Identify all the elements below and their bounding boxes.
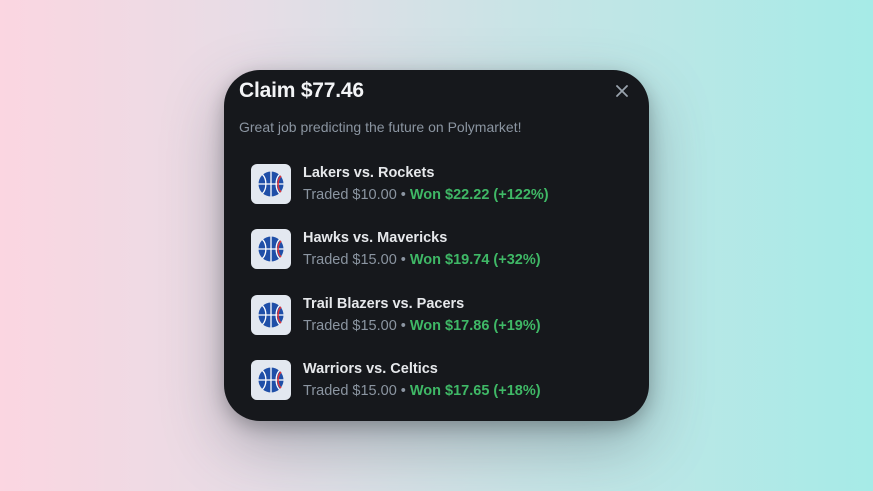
market-result: Traded $15.00 • Won $17.86 (+19%) (303, 318, 541, 334)
basketball-icon (251, 164, 291, 204)
close-icon[interactable] (614, 83, 630, 99)
market-title: Trail Blazers vs. Pacers (303, 296, 465, 312)
market-title: Warriors vs. Celtics (303, 361, 438, 377)
traded-amount: Traded $15.00 (303, 318, 397, 334)
separator-dot: • (400, 318, 406, 334)
basketball-icon (251, 295, 291, 335)
modal-title: Claim $77.46 (239, 79, 364, 102)
claim-modal: Claim $77.46 Great job predicting the fu… (224, 70, 649, 421)
won-amount: Won $19.74 (+32%) (409, 252, 541, 268)
basketball-icon (251, 229, 291, 269)
won-amount: Won $17.86 (+19%) (409, 318, 541, 334)
market-title: Lakers vs. Rockets (303, 165, 435, 181)
basketball-icon (251, 360, 291, 400)
traded-amount: Traded $10.00 (303, 187, 397, 203)
modal-subtitle: Great job predicting the future on Polym… (239, 119, 522, 135)
market-result: Traded $10.00 • Won $22.22 (+122%) (303, 187, 549, 203)
won-amount: Won $22.22 (+122%) (409, 187, 549, 203)
market-title: Hawks vs. Mavericks (303, 230, 448, 246)
separator-dot: • (400, 383, 406, 399)
list-item[interactable]: Trail Blazers vs. Pacers Traded $15.00 • W… (251, 295, 621, 339)
won-amount: Won $17.65 (+18%) (409, 383, 541, 399)
list-item[interactable]: Warriors vs. Celtics Traded $15.00 • Won $… (251, 360, 621, 404)
list-item[interactable]: Hawks vs. Mavericks Traded $15.00 • Won $1… (251, 229, 621, 273)
market-result: Traded $15.00 • Won $19.74 (+32%) (303, 252, 541, 268)
market-result: Traded $15.00 • Won $17.65 (+18%) (303, 383, 541, 399)
separator-dot: • (400, 187, 406, 203)
list-item[interactable]: Lakers vs. Rockets Traded $10.00 • Won $22… (251, 164, 621, 208)
separator-dot: • (400, 252, 406, 268)
traded-amount: Traded $15.00 (303, 383, 397, 399)
traded-amount: Traded $15.00 (303, 252, 397, 268)
